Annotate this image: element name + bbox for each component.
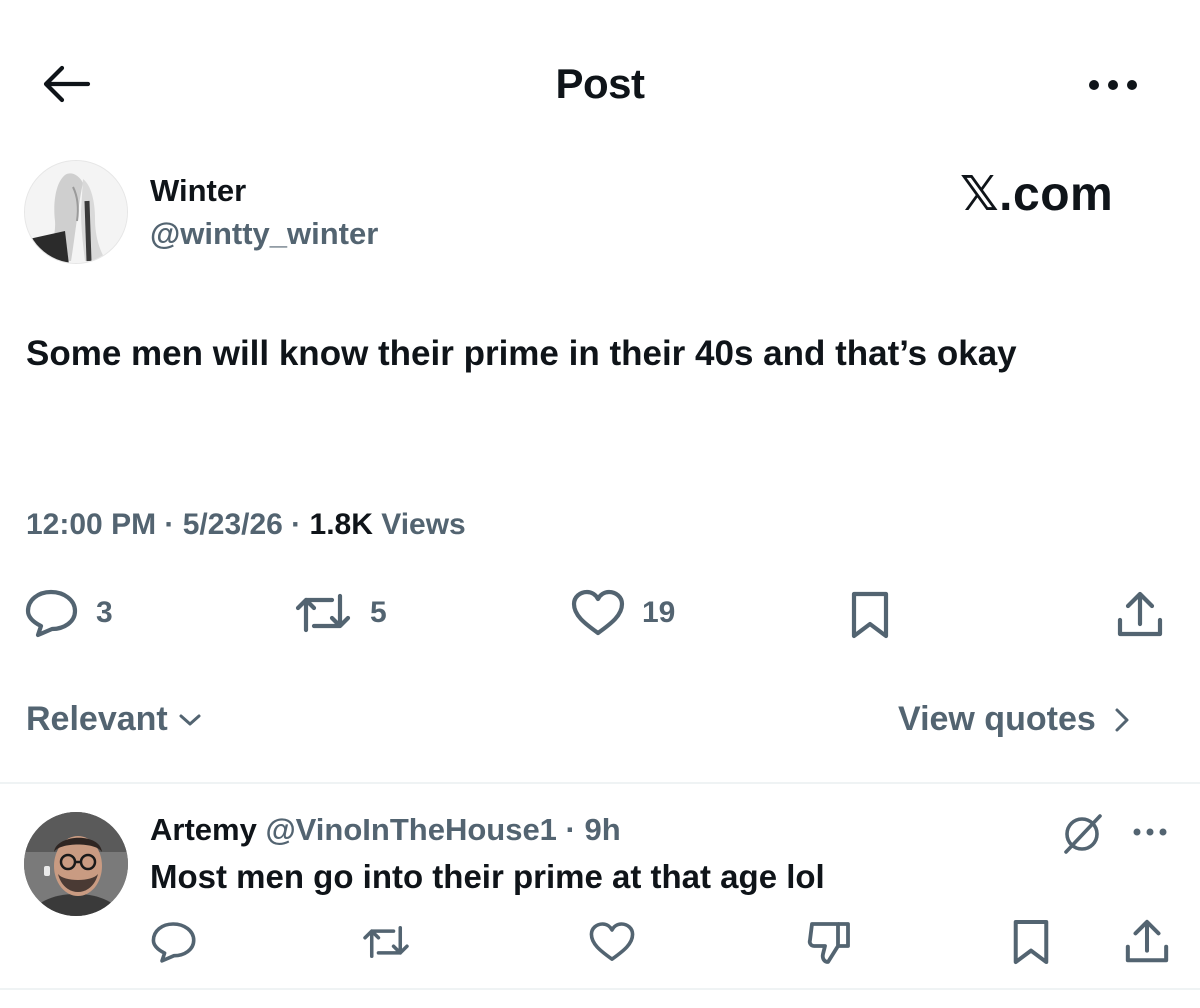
repost-count: 5 (370, 596, 387, 629)
post-meta: 12:00 PM · 5/23/26 · 1.8K Views (26, 508, 466, 542)
more-options-button[interactable] (1084, 70, 1142, 100)
view-quotes-link[interactable]: View quotes (898, 700, 1130, 739)
reply-more-button[interactable] (1130, 822, 1170, 842)
reply-like-button[interactable] (588, 918, 636, 966)
reply-share-button[interactable] (1124, 918, 1172, 966)
reply-avatar[interactable] (24, 812, 128, 916)
reply-header: Artemy @VinoInTheHouse1 · 9h (150, 812, 621, 848)
more-horizontal-icon (1133, 828, 1167, 836)
chevron-down-icon (179, 714, 201, 725)
post-text: Some men will know their prime in their … (26, 334, 1017, 373)
thumbs-down-icon (807, 922, 850, 964)
author-name[interactable]: Winter (150, 173, 246, 209)
reply-author-handle[interactable]: @VinoInTheHouse1 (265, 812, 556, 847)
reply-text: Most men go into their prime at that age… (150, 858, 825, 895)
section-divider (0, 782, 1200, 784)
reply-count: 3 (96, 596, 113, 629)
share-button[interactable] (1116, 590, 1164, 640)
meta-separator: · (156, 508, 183, 541)
avatar-illustration (25, 161, 127, 263)
like-button[interactable]: 19 (570, 588, 675, 638)
arrow-left-icon (43, 65, 91, 103)
reply-avatar-photo (24, 812, 128, 916)
repost-icon (295, 593, 351, 633)
share-icon (1125, 919, 1169, 963)
bookmark-icon (1013, 919, 1049, 965)
repost-button[interactable]: 5 (292, 588, 387, 638)
bookmark-icon (851, 591, 889, 639)
reply-sort-dropdown[interactable]: Relevant (26, 700, 202, 739)
reply-button[interactable]: 3 (24, 588, 113, 638)
reply-separator: · (556, 812, 585, 847)
reply-icon (151, 922, 196, 963)
views-label: Views (381, 508, 466, 541)
sort-label: Relevant (26, 700, 168, 738)
author-handle[interactable]: @wintty_winter (150, 216, 378, 252)
page-title: Post (555, 60, 645, 107)
x-com-logo: 𝕏.com (960, 168, 1114, 221)
view-quotes-label: View quotes (898, 700, 1096, 738)
grok-icon (1064, 814, 1102, 854)
post-date[interactable]: 5/23/26 (183, 508, 283, 541)
more-horizontal-icon (1089, 80, 1137, 90)
bookmark-button[interactable] (848, 590, 892, 640)
reply-time[interactable]: 9h (585, 812, 621, 847)
grok-button[interactable] (1060, 810, 1106, 856)
reply-author-name[interactable]: Artemy (150, 812, 257, 847)
back-button[interactable] (40, 60, 92, 108)
like-count: 19 (642, 596, 676, 629)
chevron-right-icon (1115, 708, 1129, 731)
reply-dislike-button[interactable] (806, 918, 854, 966)
post-time[interactable]: 12:00 PM (26, 508, 156, 541)
views-count: 1.8K (309, 508, 373, 541)
reply-bookmark-button[interactable] (1010, 918, 1058, 966)
reply-repost-button[interactable] (360, 918, 409, 966)
author-avatar[interactable] (24, 160, 128, 264)
heart-icon (589, 922, 635, 961)
reply-reply-button[interactable] (150, 918, 198, 966)
repost-icon (363, 925, 409, 959)
share-icon (1117, 591, 1163, 637)
bottom-divider (0, 988, 1200, 990)
meta-separator: · (282, 508, 310, 541)
reply-icon (25, 589, 78, 638)
heart-icon (571, 589, 625, 636)
